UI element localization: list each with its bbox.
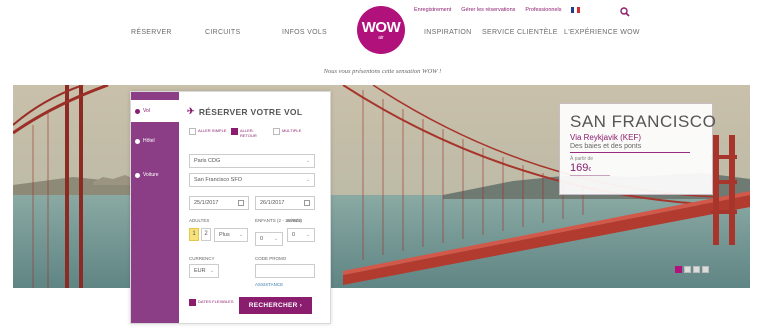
nav-inspiration[interactable]: INSPIRATION [424, 29, 472, 36]
return-date-field[interactable]: 26/1/2017 [255, 196, 315, 210]
flexible-dates[interactable]: DATES FLEXIBLES [189, 299, 234, 306]
tagline: Nous vous présentons cette sensation WOW… [323, 68, 442, 75]
babies-value: 0 [292, 232, 296, 238]
manage-booking-link[interactable]: Gérer les réservations [461, 7, 515, 13]
promo-price: 169€ [570, 162, 702, 174]
babies-select[interactable]: 0 ⌄ [287, 228, 315, 242]
chevron-down-icon: ⌄ [209, 268, 214, 274]
promo-card[interactable]: SAN FRANCISCO Via Reykjavik (KEF) Des ba… [559, 103, 717, 195]
calendar-icon[interactable] [238, 200, 244, 206]
from-value: Paris CDG [194, 158, 221, 164]
trip-one-way-checkbox[interactable] [189, 128, 196, 135]
logo-text: WOW [361, 18, 401, 36]
chevron-down-icon: ⌄ [305, 158, 310, 164]
tab-hotel-label: Hôtel [143, 138, 155, 144]
chevron-down-icon: ⌄ [305, 232, 310, 238]
trip-round-trip[interactable]: ALLER-RETOUR [231, 128, 267, 138]
trip-round-trip-label: ALLER-RETOUR [240, 128, 257, 138]
booking-title-text: RÉSERVER VOTRE VOL [198, 106, 303, 117]
currency-value: EUR [194, 268, 206, 274]
flexible-dates-checkbox[interactable] [189, 299, 196, 306]
promo-code-input[interactable] [255, 264, 315, 278]
adults-option-2[interactable]: 2 [201, 228, 211, 241]
tab-vol[interactable]: Vol [131, 100, 179, 122]
adults-label: ADULTES [189, 218, 210, 223]
babies-label: BÉBÉS [287, 218, 303, 223]
utility-bar: Enregistrement Gérer les réservations Pr… [414, 7, 581, 13]
from-select[interactable]: Paris CDG ⌄ [189, 154, 315, 168]
wow-air-logo[interactable]: WOW air [357, 6, 405, 54]
page: Enregistrement Gérer les réservations Pr… [0, 0, 765, 329]
france-flag-icon[interactable] [571, 7, 581, 13]
promo-city: SAN FRANCISCO [570, 112, 717, 131]
checkin-link[interactable]: Enregistrement [414, 7, 451, 13]
chevron-down-icon: ⌄ [238, 232, 243, 238]
nav-experience-wow[interactable]: L'EXPÉRIENCE WOW [564, 29, 640, 36]
adults-more-value: Plus [219, 232, 230, 238]
trip-multi-label: MULTIPLE [282, 128, 302, 133]
flexible-dates-label: DATES FLEXIBLES [198, 299, 234, 304]
search-button[interactable]: RECHERCHER › [239, 297, 312, 314]
currency-select[interactable]: EUR ⌄ [189, 264, 219, 278]
tab-voiture-dot-icon [135, 172, 140, 178]
nav-service-clientele[interactable]: SERVICE CLIENTÈLE [482, 29, 558, 36]
children-value: 0 [260, 236, 264, 242]
carousel-dot[interactable] [702, 266, 709, 273]
booking-widget: Vol Hôtel Voiture ✈ RÉSERVER VOTRE VOL A… [130, 91, 331, 324]
chevron-down-icon: ⌄ [305, 177, 310, 183]
logo-sub: air [378, 34, 384, 41]
promo-via: Via Reykjavik (KEF) [570, 133, 641, 142]
trip-round-trip-checkbox[interactable] [231, 128, 238, 135]
trip-multi-checkbox[interactable] [273, 128, 280, 135]
trip-one-way[interactable]: ALLER SIMPLE [189, 128, 226, 135]
carousel-dot[interactable] [693, 266, 700, 273]
tab-vol-label: Vol [143, 108, 150, 114]
assistance-link[interactable]: ASSISTANCE [255, 282, 283, 287]
chevron-down-icon: ⌄ [273, 236, 278, 242]
return-date-value: 26/1/2017 [260, 200, 285, 206]
tab-hotel[interactable]: Hôtel [135, 138, 155, 144]
to-select[interactable]: San Francisco SFO ⌄ [189, 173, 315, 187]
depart-date-field[interactable]: 25/1/2017 [189, 196, 249, 210]
promo-underline [570, 175, 610, 176]
carousel-controls [675, 266, 709, 273]
adults-more-select[interactable]: Plus ⌄ [214, 228, 248, 242]
plane-icon: ✈ [187, 106, 195, 116]
pros-link[interactable]: Professionnels [525, 7, 561, 13]
adults-option-1[interactable]: 1 [189, 228, 199, 241]
carousel-play-button[interactable] [675, 266, 682, 273]
tab-vol-dot-icon [135, 108, 140, 114]
depart-date-value: 25/1/2017 [194, 200, 219, 206]
booking-tabs: Vol Hôtel Voiture [131, 92, 179, 323]
children-select[interactable]: 0 ⌄ [255, 232, 283, 246]
promo-currency: € [588, 167, 592, 173]
nav-infos-vols[interactable]: INFOS VOLS [282, 29, 327, 36]
tab-voiture[interactable]: Voiture [135, 172, 159, 178]
trip-one-way-label: ALLER SIMPLE [198, 128, 227, 133]
tab-hotel-dot-icon [135, 138, 140, 144]
booking-title: ✈ RÉSERVER VOTRE VOL [187, 106, 302, 117]
tab-voiture-label: Voiture [143, 172, 159, 178]
promo-price-value: 169 [570, 162, 589, 174]
promo-description: Des baies et des ponts [570, 143, 690, 153]
nav-reserver[interactable]: RÉSERVER [131, 29, 172, 36]
to-value: San Francisco SFO [194, 177, 242, 183]
calendar-icon[interactable] [304, 200, 310, 206]
carousel-dot[interactable] [684, 266, 691, 273]
trip-multi[interactable]: MULTIPLE [273, 128, 301, 135]
search-icon[interactable] [620, 7, 630, 17]
nav-circuits[interactable]: CIRCUITS [205, 29, 240, 36]
promo-code-label: CODE PROMO [255, 256, 287, 261]
currency-label: CURRENCY [189, 256, 215, 261]
